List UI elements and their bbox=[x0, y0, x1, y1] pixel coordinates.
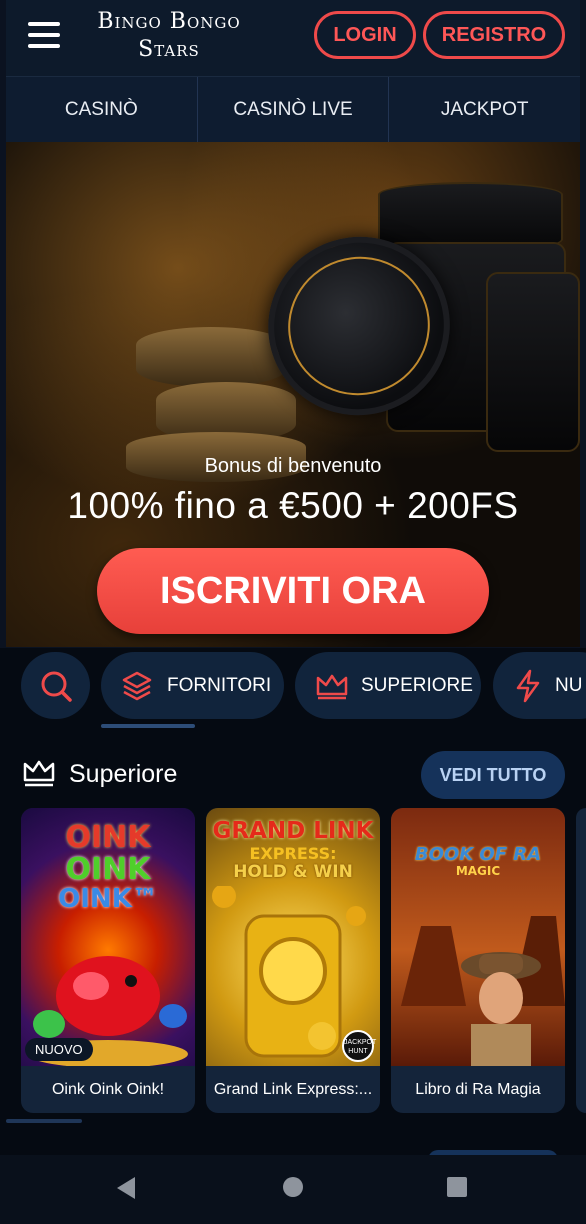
filter-scroll-indicator bbox=[101, 724, 195, 728]
game-thumbnail: OINK OINK OINK™ bbox=[21, 808, 195, 1066]
game-art-title: OINK bbox=[65, 852, 151, 887]
login-button[interactable]: LOGIN bbox=[314, 11, 416, 59]
game-art-title: HOLD & WIN bbox=[233, 862, 353, 882]
promo-banner[interactable]: Bonus di benvenuto 100% fino a €500 + 20… bbox=[6, 142, 580, 647]
jackpot-hunt-badge: JACKPOT HUNT bbox=[342, 1030, 376, 1062]
back-icon[interactable] bbox=[117, 1177, 135, 1199]
filter-new[interactable]: NU bbox=[493, 652, 586, 719]
game-name: Libro di Ra Magia bbox=[415, 1081, 541, 1098]
filter-bar: FORNITORI SUPERIORE NU bbox=[0, 648, 586, 730]
search-button[interactable] bbox=[21, 652, 90, 719]
game-art-title: GRAND LINK bbox=[212, 818, 374, 844]
search-icon bbox=[41, 671, 72, 702]
filter-top-label: SUPERIORE bbox=[361, 674, 473, 696]
layers-icon bbox=[122, 671, 152, 700]
game-art-title: BOOK OF RA bbox=[414, 844, 542, 865]
game-name: Grand Link Express:... bbox=[213, 1081, 373, 1098]
top-header: Bingo Bongo Stars LOGIN REGISTRO bbox=[6, 0, 580, 76]
lightning-icon bbox=[516, 669, 540, 702]
banner-subtitle: Bonus di benvenuto bbox=[204, 455, 382, 477]
system-navigation-bar bbox=[0, 1155, 586, 1224]
logo-line-1: Bingo Bongo bbox=[97, 9, 241, 34]
crown-icon bbox=[316, 674, 348, 699]
crown-icon bbox=[23, 760, 55, 787]
nav-item-casino-live[interactable]: CASINÒ LIVE bbox=[198, 77, 390, 142]
game-thumbnail: GRAND LINK EXPRESS: HOLD & WIN JACKPOT H… bbox=[206, 808, 380, 1066]
explorer-image bbox=[401, 916, 565, 1066]
site-logo[interactable]: Bingo Bongo Stars bbox=[84, 8, 254, 64]
game-card[interactable]: GRAND LINK EXPRESS: HOLD & WIN JACKPOT H… bbox=[206, 808, 380, 1113]
category-nav: CASINÒ CASINÒ LIVE JACKPOT bbox=[6, 76, 580, 142]
section-title: Superiore bbox=[69, 760, 178, 788]
coin-pile-image bbox=[136, 327, 286, 387]
banner-title: 100% fino a €500 + 200FS bbox=[67, 485, 519, 526]
recent-apps-icon[interactable] bbox=[447, 1177, 467, 1197]
nav-item-jackpot[interactable]: JACKPOT bbox=[389, 77, 580, 142]
home-icon[interactable] bbox=[283, 1177, 303, 1197]
filter-providers-label: FORNITORI bbox=[167, 674, 272, 696]
game-card[interactable]: OINK OINK OINK™ NUOVO Oink Oink Oink! bbox=[21, 808, 195, 1113]
see-all-button[interactable]: VEDI TUTTO bbox=[421, 751, 565, 799]
filter-new-label: NU bbox=[555, 674, 583, 696]
chip-stack-image bbox=[486, 272, 580, 452]
signup-button[interactable]: ISCRIVITI ORA bbox=[97, 548, 489, 634]
filter-providers[interactable]: FORNITORI bbox=[101, 652, 284, 719]
games-section-top: Superiore VEDI TUTTO OINK OINK OINK™ NUO… bbox=[0, 730, 586, 1160]
filter-top[interactable]: SUPERIORE bbox=[295, 652, 481, 719]
game-card[interactable]: BOOK OF RA MAGIC Libro di Ra Magia bbox=[391, 808, 565, 1113]
game-art-title: OINK bbox=[65, 820, 151, 855]
game-art-title: OINK™ bbox=[58, 884, 158, 914]
logo-line-2: Stars bbox=[138, 37, 200, 62]
game-thumbnail: BOOK OF RA MAGIC bbox=[391, 808, 565, 1066]
game-card-peek[interactable] bbox=[576, 808, 586, 1113]
new-badge: NUOVO bbox=[25, 1038, 93, 1061]
game-name: Oink Oink Oink! bbox=[51, 1081, 165, 1098]
carousel-scroll-indicator bbox=[6, 1119, 82, 1123]
game-art-title: EXPRESS: bbox=[249, 844, 337, 863]
nav-item-casino[interactable]: CASINÒ bbox=[6, 77, 198, 142]
menu-icon[interactable] bbox=[28, 22, 68, 50]
register-button[interactable]: REGISTRO bbox=[423, 11, 565, 59]
